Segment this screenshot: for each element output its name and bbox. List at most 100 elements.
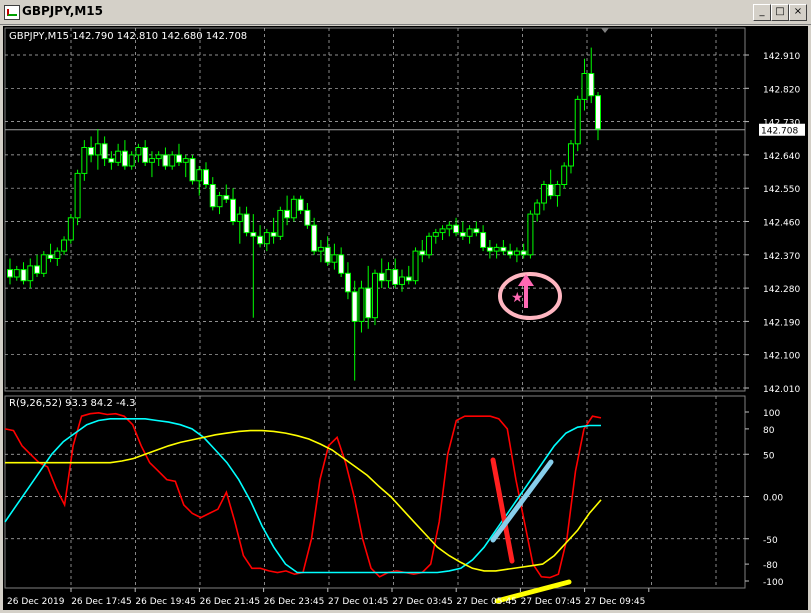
candle-body [392, 269, 399, 285]
signal-annotation: ★ [498, 272, 562, 320]
candle-body [581, 73, 588, 100]
candle-body [263, 232, 270, 245]
candle-body [432, 232, 439, 237]
candle-body [155, 154, 162, 160]
candle-body [399, 276, 405, 285]
y-tick-label: 50 [763, 451, 775, 461]
x-tick-label: 27 Dec 07:45 [521, 597, 582, 607]
candle-body [453, 224, 460, 234]
main-panel-candles [7, 47, 601, 381]
candle-body [88, 147, 95, 156]
maximize-button[interactable]: □ [771, 4, 789, 21]
candle-body [480, 232, 487, 248]
chart-area[interactable]: 142.910 142.820 142.730 142.640 142.550 142.4… [3, 26, 808, 610]
candle-body [527, 213, 534, 256]
y-tick-label: 142.280 [763, 285, 800, 295]
candle-body [196, 169, 203, 182]
signal-star-icon: ★ [511, 290, 524, 306]
current-price-label: 142.708 [761, 127, 798, 137]
candle-body [297, 198, 304, 211]
x-tick-label: 26 Dec 2019 [7, 597, 65, 607]
candle-body [554, 184, 561, 197]
y-tick-label: 142.640 [763, 152, 800, 162]
x-tick-label: 26 Dec 17:45 [71, 597, 132, 607]
close-button[interactable]: × [789, 4, 807, 21]
candle-body [216, 195, 223, 208]
candle-body [331, 254, 338, 263]
candle-body [385, 269, 392, 282]
minimize-button[interactable]: _ [753, 4, 771, 21]
y-tick-label: -50 [763, 536, 778, 546]
x-tick-label: 27 Dec 09:45 [585, 597, 646, 607]
y-tick-label: -100 [763, 578, 784, 588]
candle-body [182, 158, 189, 163]
window-titlebar[interactable]: GBPJPY,M15 _ □ × [0, 0, 811, 25]
candle-body [459, 232, 466, 237]
candle-body [513, 250, 520, 256]
candle-body [94, 143, 101, 156]
chart-canvas[interactable]: 142.910142.820142.730142.640142.550142.4… [3, 26, 808, 610]
x-tick-label: 26 Dec 19:45 [135, 597, 196, 607]
candle-body [175, 154, 182, 163]
candle-body [121, 150, 128, 167]
y-tick-label: 142.100 [763, 352, 800, 362]
x-tick-label: 27 Dec 05:45 [456, 597, 517, 607]
candle-body [142, 147, 149, 163]
candle-body [135, 147, 142, 156]
candle-body [567, 143, 574, 167]
indicator-title: R(9,26,52) 93.3 84.2 -4.3 [9, 398, 136, 409]
candle-body [34, 265, 41, 274]
candle-body [344, 272, 351, 293]
candle-body [13, 269, 20, 278]
y-tick-label: 142.910 [763, 52, 800, 62]
y-tick-label: 80 [763, 426, 775, 436]
x-axis-labels: 26 Dec 2019 26 Dec 17:45 26 Dec 19:45 26 De… [7, 588, 650, 607]
candle-body [128, 154, 135, 167]
candle-body [317, 246, 324, 252]
candle-body [520, 250, 527, 256]
candle-body [7, 269, 13, 278]
candle-body [257, 235, 264, 245]
candle-body [27, 265, 34, 282]
candle-body [270, 232, 277, 237]
candle-body [243, 213, 250, 234]
main-panel-border [4, 27, 746, 392]
y-tick-label: 142.010 [763, 385, 800, 395]
x-tick-label: 27 Dec 01:45 [328, 597, 389, 607]
candle-body [101, 143, 108, 160]
candle-body [189, 158, 196, 182]
candle-body [365, 287, 372, 319]
candle-body [148, 158, 155, 163]
candle-body [561, 165, 568, 185]
candle-body [223, 195, 230, 200]
candle-body [277, 209, 284, 237]
candle-body [595, 95, 601, 130]
candle-body [169, 154, 176, 167]
x-tick-label: 26 Dec 23:45 [264, 597, 325, 607]
y-tick-label: 142.190 [763, 318, 800, 328]
candle-body [574, 98, 581, 145]
candle-body [74, 172, 81, 219]
candle-body [466, 228, 473, 237]
candle-body [311, 224, 318, 252]
candle-body [108, 158, 115, 163]
sub-panel-grid [5, 396, 745, 588]
y-tick-label: 0.00 [763, 494, 783, 504]
candle-body [500, 246, 507, 252]
candle-body [439, 228, 446, 234]
candle-body [81, 147, 88, 174]
y-tick-label: 142.820 [763, 85, 800, 95]
candle-body [250, 232, 257, 237]
x-tick-label: 26 Dec 21:45 [200, 597, 261, 607]
candle-body [61, 239, 68, 252]
chart-shift-marker [601, 28, 609, 33]
sub-panel-border [4, 395, 746, 589]
window-title: GBPJPY,M15 [22, 4, 103, 18]
candle-body [486, 246, 493, 252]
y-tick-label: -80 [763, 561, 778, 571]
main-chart-title: GBPJPY,M15 142.790 142.810 142.680 142.7… [9, 31, 247, 42]
candle-body [304, 209, 311, 226]
candle-body [540, 184, 547, 204]
sub-panel-annotations [490, 457, 572, 604]
candle-body [371, 272, 378, 319]
